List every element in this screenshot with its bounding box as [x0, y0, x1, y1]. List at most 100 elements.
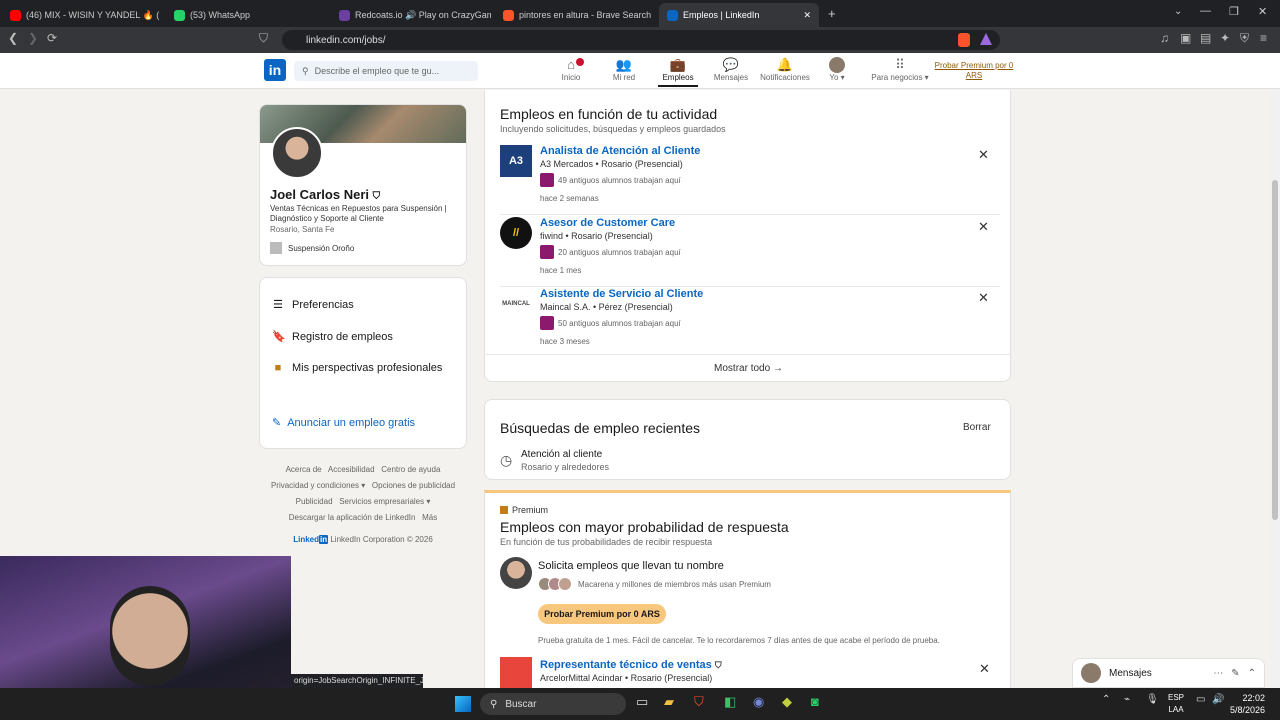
job-card[interactable]: // Asesor de Customer Care fiwind • Rosa… [500, 217, 1000, 287]
job-title[interactable]: Analista de Atención al Cliente [540, 145, 700, 157]
footer-link[interactable]: Servicios empresariales [339, 497, 424, 506]
menu-job-tracker[interactable]: 🔖 Registro de empleos [272, 330, 393, 344]
close-tab-icon[interactable]: ✕ [803, 10, 811, 21]
app-icon[interactable]: ◧ [724, 694, 736, 710]
close-window-button[interactable]: ✕ [1258, 5, 1267, 18]
nav-messages[interactable]: 💬 Mensajes [701, 57, 761, 82]
avatar [1081, 663, 1101, 683]
nav-me[interactable]: Yo ▾ [807, 57, 867, 82]
linkedin-logo[interactable]: in [264, 59, 286, 81]
footer-link[interactable]: Acerca de [286, 465, 322, 474]
company-logo [500, 657, 532, 689]
profile-name[interactable]: Joel Carlos Neri ⛉ [270, 187, 380, 202]
discord-icon[interactable]: ◉ [753, 694, 764, 710]
nav-business[interactable]: ⠿ Para negocios ▾ [870, 57, 930, 82]
nav-jobs[interactable]: 💼 Empleos [648, 57, 708, 87]
profile-avatar[interactable] [271, 127, 323, 179]
job-title[interactable]: Asesor de Customer Care [540, 217, 675, 229]
footer-link[interactable]: Opciones de publicidad [372, 481, 455, 490]
forward-button[interactable]: ❯ [28, 31, 38, 45]
brave-browser-icon[interactable]: ⛉ [694, 694, 704, 710]
url-field[interactable]: linkedin.com/jobs/ [282, 30, 1000, 50]
vpn-icon[interactable]: ⛨ [1240, 31, 1249, 46]
display-icon[interactable]: ▭ [1196, 694, 1205, 705]
bookmark-icon: 🔖 [272, 331, 286, 343]
dismiss-job-button[interactable]: ✕ [978, 219, 989, 235]
minimize-button[interactable]: — [1200, 5, 1211, 17]
footer-links: Acerca de Accesibilidad Centro de ayuda … [270, 465, 456, 544]
job-card[interactable]: A3 Analista de Atención al Cliente A3 Me… [500, 145, 1000, 215]
taskbar-clock[interactable]: 22:02 5/8/2026 [1230, 692, 1265, 716]
more-icon[interactable]: ⋯ [1213, 668, 1223, 679]
job-alumni: 49 antiguos alumnos trabajan aquí [540, 173, 681, 187]
volume-icon[interactable]: 🔊 [1212, 694, 1224, 705]
footer-link[interactable]: Accesibilidad [328, 465, 375, 474]
menu-icon[interactable]: ≡ [1260, 31, 1267, 45]
extensions-icon[interactable]: ✦ [1220, 31, 1230, 45]
tab-brave-search[interactable]: pintores en altura - Brave Search [495, 3, 655, 27]
windows-start-icon[interactable] [455, 696, 471, 712]
trial-note: Prueba gratuita de 1 mes. Fácil de cance… [538, 636, 940, 645]
tab-list-icon[interactable]: ⌄ [1174, 6, 1182, 17]
job-title[interactable]: Representante técnico de ventas ⛉ [540, 659, 722, 671]
chevron-up-icon[interactable]: ⌃ [1248, 668, 1256, 679]
footer-link[interactable]: Publicidad [296, 497, 333, 506]
nav-home[interactable]: ⌂ Inicio [541, 57, 601, 82]
promo-members: Macarena y millones de miembros más usan… [538, 577, 771, 591]
compose-icon[interactable]: ✎ [1231, 668, 1239, 679]
sidebar-icon[interactable]: ▣ [1180, 31, 1191, 45]
whatsapp-icon [174, 9, 185, 21]
brave-rewards-icon[interactable] [980, 33, 992, 45]
job-card[interactable]: MAINCAL Asistente de Servicio al Cliente… [500, 288, 1000, 358]
reload-button[interactable]: ⟳ [47, 31, 57, 45]
dismiss-job-button[interactable]: ✕ [978, 290, 989, 306]
post-job-link[interactable]: ✎ Anunciar un empleo gratis [272, 416, 415, 430]
job-title[interactable]: Asistente de Servicio al Cliente [540, 288, 703, 300]
profile-company[interactable]: Suspensión Oroño [270, 242, 354, 254]
dismiss-job-button[interactable]: ✕ [979, 661, 990, 677]
back-button[interactable]: ❮ [8, 31, 18, 45]
language-indicator[interactable]: ESP LAA [1168, 692, 1184, 716]
job-search-input[interactable]: ⚲ Describe el empleo que te gu... [294, 61, 478, 81]
try-premium-button[interactable]: Probar Premium por 0 ARS [538, 604, 666, 624]
tab-youtube[interactable]: (46) MIX - WISIN Y YANDEL 🔥 (E [2, 3, 160, 27]
dismiss-job-button[interactable]: ✕ [978, 147, 989, 163]
clear-button[interactable]: Borrar [963, 422, 991, 433]
file-explorer-icon[interactable]: ▰ [664, 694, 674, 710]
app-icon[interactable]: ◆ [782, 694, 792, 710]
bookmark-icon[interactable]: ⛉ [259, 31, 268, 46]
promo-title: Solicita empleos que llevan tu nombre [538, 560, 724, 572]
nav-notifications[interactable]: 🔔 Notificaciones [755, 57, 815, 82]
show-all-button[interactable]: Mostrar todo → [485, 354, 1012, 382]
maximize-button[interactable]: ❐ [1229, 5, 1239, 18]
tab-crazygames[interactable]: Redcoats.io 🔊 Play on CrazyGames [331, 3, 491, 27]
new-tab-button[interactable]: + [828, 6, 836, 21]
footer-link[interactable]: Centro de ayuda [381, 465, 440, 474]
scrollbar-thumb[interactable] [1272, 180, 1278, 520]
premium-link[interactable]: Probar Premium por 0 ARS [934, 61, 1014, 81]
microphone-icon[interactable]: 🎙 [1146, 694, 1159, 705]
messaging-bar[interactable]: Mensajes ⋯ ✎ ⌃ [1072, 658, 1265, 688]
menu-preferences[interactable]: ☰ Preferencias [272, 298, 354, 312]
chevron-up-icon[interactable]: ⌃ [1102, 694, 1110, 705]
tab-whatsapp[interactable]: (53) WhatsApp [166, 3, 326, 27]
menu-career-insights[interactable]: ■ Mis perspectivas profesionales [272, 362, 443, 374]
profile-card[interactable]: Joel Carlos Neri ⛉ Ventas Técnicas en Re… [259, 104, 467, 266]
task-view-icon[interactable]: ▭ [636, 694, 648, 710]
wallet-icon[interactable]: ▤ [1200, 31, 1211, 45]
footer-link[interactable]: Privacidad y condiciones [271, 481, 359, 490]
network-icon[interactable]: ⌁ [1124, 694, 1130, 705]
brave-shield-icon[interactable] [958, 33, 970, 47]
media-icon[interactable]: ♫ [1160, 31, 1169, 45]
tab-linkedin[interactable]: Empleos | LinkedIn ✕ [659, 3, 819, 27]
job-time: hace 2 semanas [540, 194, 599, 203]
taskbar-search[interactable]: ⚲ Buscar [480, 693, 626, 715]
recent-search-item[interactable]: Atención al cliente Rosario y alrededore… [521, 449, 609, 472]
linkedin-icon [667, 9, 678, 21]
footer-link[interactable]: Descargar la aplicación de LinkedIn [289, 513, 416, 522]
edit-icon: ✎ [272, 417, 282, 429]
footer-link[interactable]: Más [422, 513, 437, 522]
nav-network[interactable]: 👥 Mi red [594, 57, 654, 82]
whatsapp-icon[interactable]: ◙ [811, 694, 819, 709]
section-title: Empleos en función de tu actividad [500, 106, 718, 122]
